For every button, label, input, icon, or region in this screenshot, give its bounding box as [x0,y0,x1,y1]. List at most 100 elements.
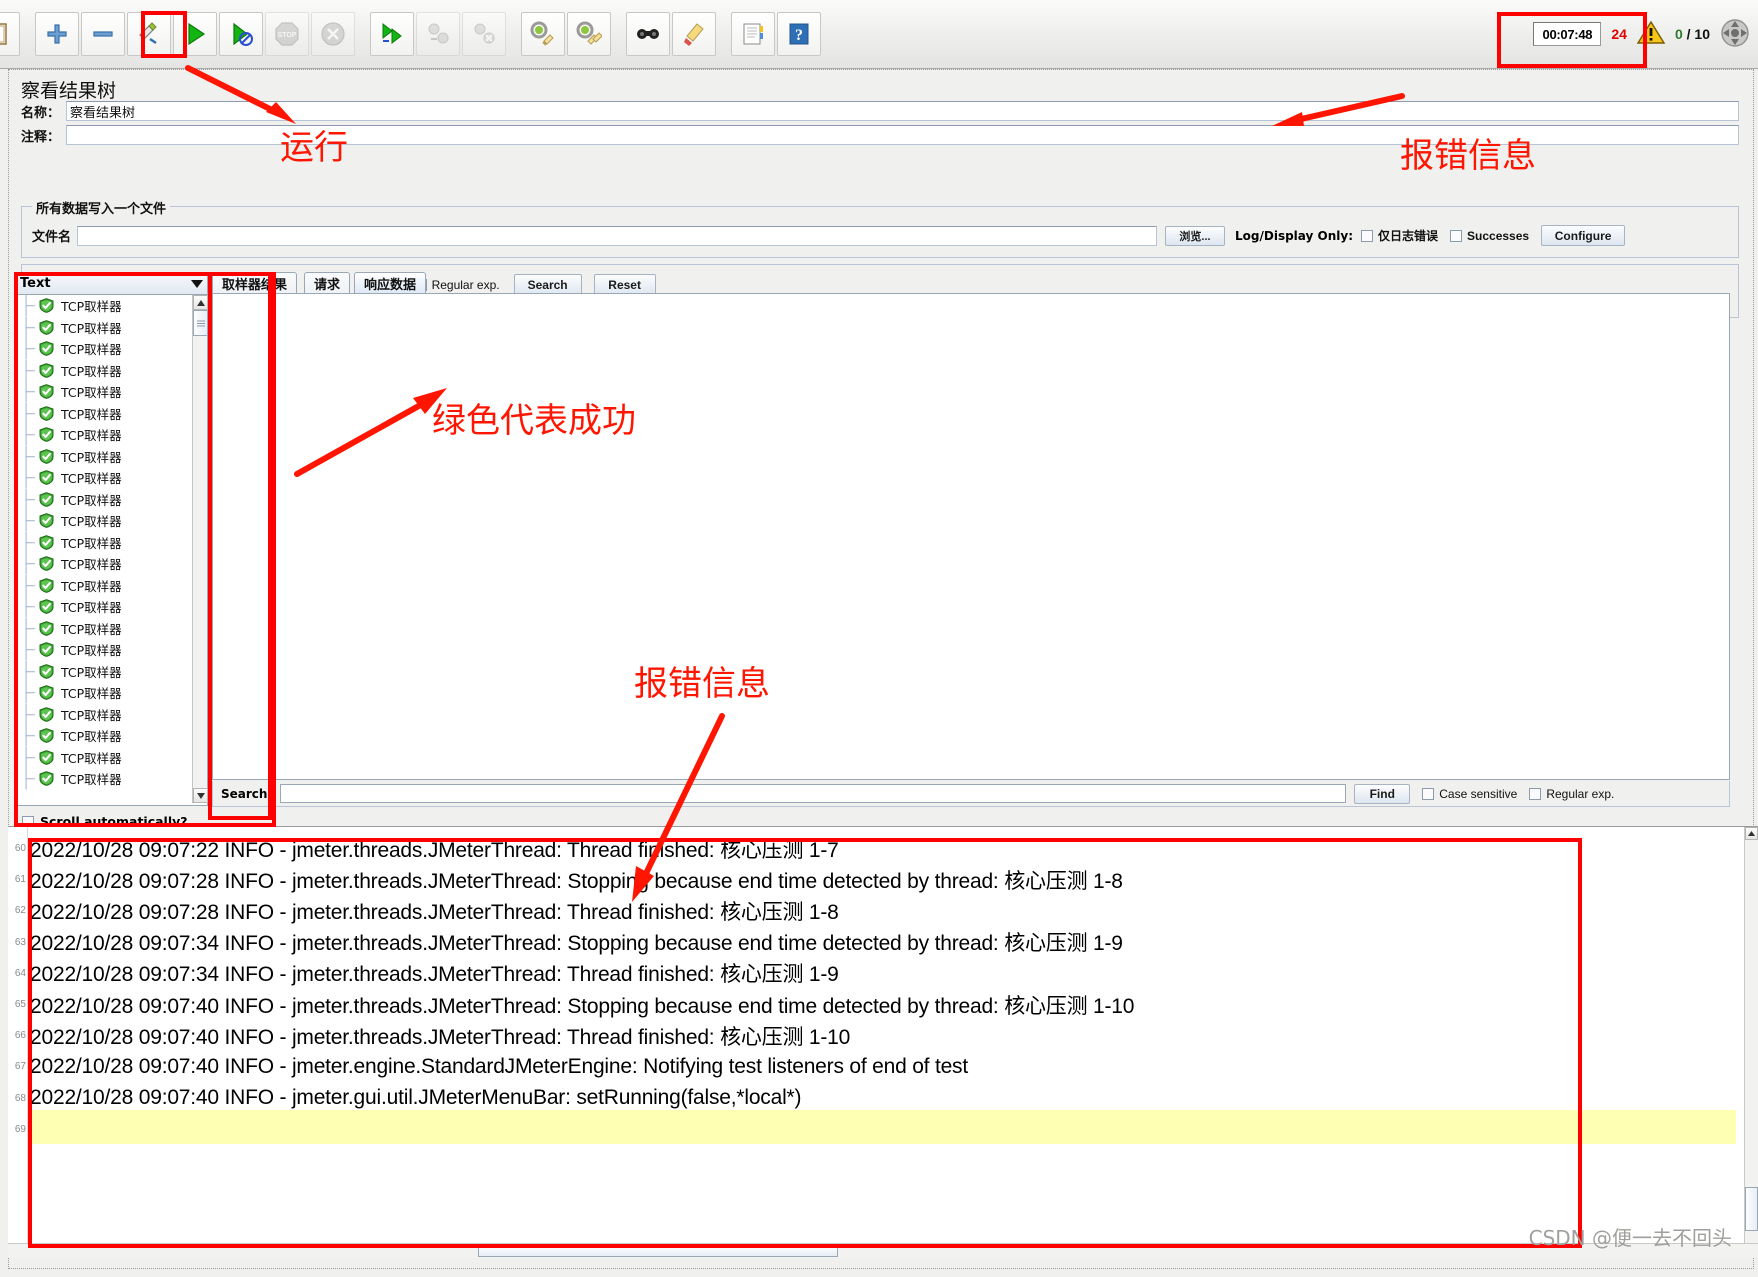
toolbar-status-area: 00:07:48 24 0 / 10 [1533,0,1750,68]
start-remote-all-icon[interactable] [370,12,414,56]
log-line: 2022/10/28 09:07:28 INFO - jmeter.thread… [30,869,1123,893]
log-viewer-panel[interactable]: 60 2022/10/28 09:07:22 INFO - jmeter.thre… [8,826,1758,1258]
filename-input[interactable] [77,225,1158,246]
renderer-combobox[interactable]: Text [15,273,207,295]
function-helper-icon[interactable] [731,12,775,56]
green-shield-check-icon [39,556,61,572]
stop-remote-all-icon[interactable] [416,12,460,56]
configure-button[interactable]: Configure [1541,225,1626,246]
errors-only-checkbox[interactable]: 仅日志错误 [1361,227,1438,244]
tree-item[interactable]: TCP取样器 [15,703,193,725]
tree-scroll-up-button[interactable] [193,295,208,310]
tree-item[interactable]: TCP取样器 [15,596,193,618]
toolbar-separator [507,12,520,56]
tab-0[interactable]: 取样器结果 [212,272,298,294]
response-search-input[interactable] [280,784,1347,803]
tree-item-list[interactable]: TCP取样器 TCP取样器 TCP取样器 TCP取样器 TCP取样器 TCP取样… [15,295,193,803]
log-highlight-row [30,1109,1736,1144]
active-thread-count: 0 [1674,26,1683,42]
green-shield-check-icon [39,771,61,787]
tree-item[interactable]: TCP取样器 [15,467,193,489]
successes-checkbox-label: Successes [1467,228,1530,243]
tree-item[interactable]: TCP取样器 [15,682,193,704]
response-regex-checkbox[interactable]: Regular exp. [1529,787,1614,801]
tree-item[interactable]: TCP取样器 [15,338,193,360]
tree-item[interactable]: TCP取样器 [15,553,193,575]
tree-item[interactable]: TCP取样器 [15,639,193,661]
tree-item[interactable]: TCP取样器 [15,531,193,553]
tree-item-label: TCP取样器 [61,664,122,680]
name-input[interactable]: 察看结果树 [66,101,1739,121]
start-icon[interactable] [173,12,217,56]
response-regex-box[interactable] [1529,787,1542,800]
green-shield-check-icon [39,491,61,507]
tree-item-label: TCP取样器 [61,750,122,766]
start-no-timers-icon[interactable] [219,12,263,56]
browse-button[interactable]: 浏览... [1165,225,1226,246]
thread-count-label: 0 / 10 [1675,26,1710,42]
tab-2[interactable]: 响应数据 [354,272,427,294]
response-data-content[interactable] [212,293,1730,780]
tree-item[interactable]: TCP取样器 [15,402,193,424]
tree-vertical-scrollbar[interactable] [192,295,208,803]
comment-input[interactable] [66,125,1739,145]
expand-icon[interactable] [1720,18,1750,51]
warning-triangle-icon [1636,20,1666,48]
write-all-data-group-title: 所有数据写入一个文件 [32,198,171,217]
log-hscroll-thumb[interactable] [478,1245,838,1257]
clear-all-icon[interactable] [567,12,611,56]
tree-item[interactable]: TCP取样器 [15,359,193,381]
stop-icon[interactable]: STOP [265,12,309,56]
svg-text:STOP: STOP [278,32,297,39]
tree-item[interactable]: TCP取样器 [15,316,193,338]
tree-item-label: TCP取样器 [61,299,122,315]
new-icon[interactable] [0,12,20,56]
chevron-down-icon[interactable] [189,276,205,292]
tree-item[interactable]: TCP取样器 [15,660,193,682]
log-vertical-scrollbar[interactable] [1744,827,1758,1258]
successes-checkbox[interactable]: Successes [1450,229,1529,243]
log-line: 2022/10/28 09:07:40 INFO - jmeter.thread… [30,994,1135,1018]
search-icon[interactable] [626,12,670,56]
log-display-only-label: Log/Display Only: [1235,228,1354,243]
log-horizontal-scrollbar[interactable] [8,1243,1758,1258]
tree-item[interactable]: TCP取样器 [15,617,193,639]
tree-item[interactable]: TCP取样器 [15,295,193,317]
tab-1[interactable]: 请求 [304,272,351,294]
response-case-sensitive-checkbox[interactable]: Case sensitive [1422,787,1517,801]
response-case-sensitive-box[interactable] [1422,787,1435,800]
help-icon[interactable]: ? [777,12,821,56]
tree-scroll-down-button[interactable] [193,788,208,803]
save-icon[interactable] [127,12,171,56]
tree-item[interactable]: TCP取样器 [15,424,193,446]
tree-item[interactable]: TCP取样器 [15,746,193,768]
tab-label: 请求 [314,278,341,293]
log-scroll-up-button[interactable] [1745,827,1758,840]
tree-item[interactable]: TCP取样器 [15,445,193,467]
search-reset-icon[interactable] [672,12,716,56]
tree-item[interactable]: TCP取样器 [15,574,193,596]
log-scroll-thumb[interactable] [1745,1187,1758,1231]
shutdown-icon[interactable] [311,12,355,56]
log-line-number: 63 [14,936,26,948]
tree-item[interactable]: TCP取样器 [15,768,193,790]
tree-item-label: TCP取样器 [61,492,122,508]
green-shield-check-icon [39,513,61,529]
tree-scroll-thumb[interactable] [193,310,208,336]
tree-item[interactable]: TCP取样器 [15,725,193,747]
tree-item-label: TCP取样器 [61,772,122,788]
successes-checkbox-box[interactable] [1450,229,1463,242]
tree-item[interactable]: TCP取样器 [15,510,193,532]
errors-only-checkbox-box[interactable] [1361,229,1374,242]
tree-item[interactable]: TCP取样器 [15,381,193,403]
find-button[interactable]: Find [1354,783,1411,804]
add-icon[interactable] [35,12,79,56]
tree-item[interactable]: TCP取样器 [15,488,193,510]
remove-icon[interactable] [81,12,125,56]
log-line-number: 64 [14,967,26,979]
log-line: 2022/10/28 09:07:22 INFO - jmeter.thread… [30,838,839,862]
clear-icon[interactable] [521,12,565,56]
green-shield-check-icon [39,534,61,550]
green-shield-check-icon [39,298,61,314]
shutdown-remote-all-icon[interactable] [462,12,506,56]
